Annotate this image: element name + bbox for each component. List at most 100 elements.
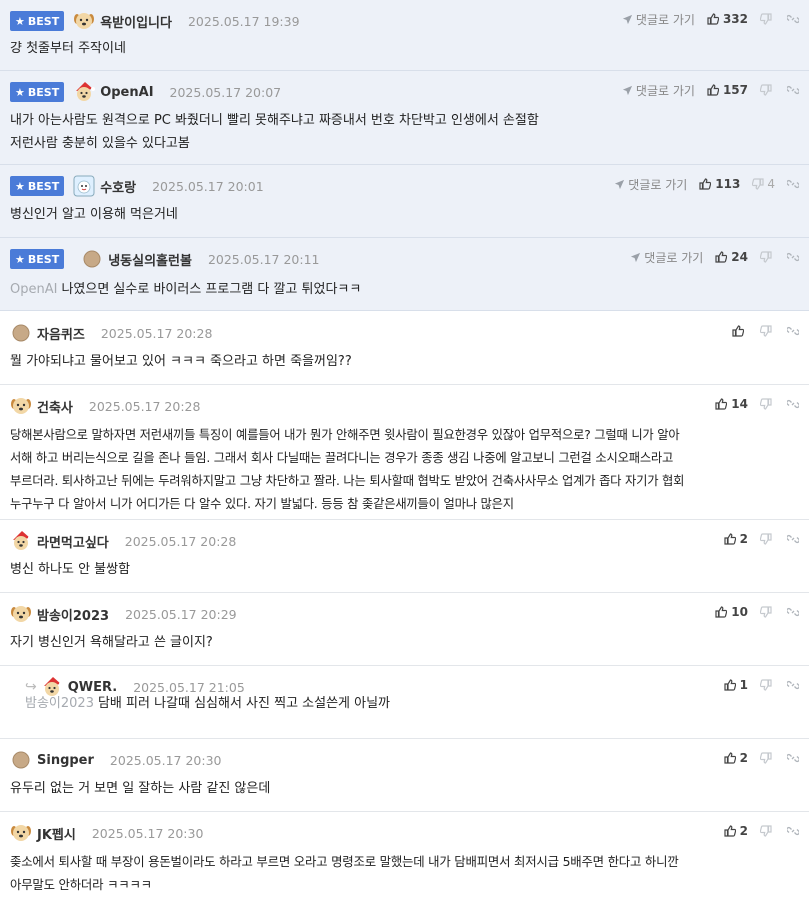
avatar[interactable] — [10, 603, 32, 625]
like-button[interactable]: 113 — [699, 177, 740, 191]
dislike-button[interactable] — [760, 13, 775, 25]
avatar[interactable] — [10, 322, 32, 344]
avatar[interactable] — [81, 248, 103, 270]
link-icon[interactable] — [787, 84, 799, 96]
nickname[interactable]: 밤송이2023 — [37, 605, 109, 624]
comment-item: ★ BEST OpenAI 2025.05.17 20:07 댓글로 가기 157… — [0, 71, 809, 165]
comment-item: ★ BEST 수호랑 2025.05.17 20:01 댓글로 가기 113 4 … — [0, 165, 809, 238]
dislike-button[interactable] — [760, 325, 775, 337]
comment-header: ★ BEST 수호랑 2025.05.17 20:01 — [10, 175, 264, 197]
link-icon[interactable] — [787, 325, 799, 337]
best-badge: ★ BEST — [10, 249, 65, 269]
comment-date: 2025.05.17 20:28 — [124, 533, 237, 549]
like-button[interactable]: 2 — [724, 824, 748, 838]
mention-nickname[interactable]: OpenAI — [10, 282, 57, 297]
thumbs-up-icon — [732, 325, 744, 337]
link-icon[interactable] — [787, 825, 799, 837]
comment-actions: 2 — [724, 748, 799, 768]
link-icon[interactable] — [787, 13, 799, 25]
comment-actions: 14 — [715, 394, 799, 414]
like-button[interactable] — [732, 325, 748, 337]
comment-header: ★ BEST OpenAI 2025.05.17 20:07 — [10, 81, 281, 103]
comment-list: ★ BEST 욕받이입니다 2025.05.17 19:39 댓글로 가기 332… — [0, 0, 809, 908]
dislike-button[interactable] — [760, 398, 775, 410]
mention-nickname[interactable]: 밤송이2023 — [25, 696, 94, 711]
comment-text: 병신인거 알고 이용해 먹은거네 — [10, 207, 178, 222]
dislike-button[interactable] — [760, 752, 775, 764]
comment-date: 2025.05.17 20:01 — [152, 178, 264, 194]
thumbs-down-icon — [760, 679, 772, 691]
comment-item: Singper 2025.05.17 20:30 2 유두리 없는 거 보면 일… — [0, 739, 809, 812]
nickname[interactable]: OpenAI — [100, 85, 153, 100]
comment-text: 유두리 없는 거 보면 일 잘하는 사람 같진 않은데 — [10, 781, 271, 796]
comment-item: 건축사 2025.05.17 20:28 14 당해본사람으로 말하자면 저런새… — [0, 385, 809, 520]
dislike-button[interactable] — [760, 84, 775, 96]
link-icon[interactable] — [787, 679, 799, 691]
nickname[interactable]: 수호랑 — [100, 177, 136, 196]
dislike-button[interactable] — [760, 679, 775, 691]
comment-header: 건축사 2025.05.17 20:28 — [10, 395, 200, 417]
like-button[interactable]: 157 — [707, 83, 748, 97]
like-button[interactable]: 14 — [715, 397, 748, 411]
avatar[interactable] — [73, 175, 95, 197]
dislike-button[interactable] — [760, 825, 775, 837]
comment-actions — [732, 321, 799, 341]
comment-date: 2025.05.17 20:28 — [100, 325, 213, 341]
thumbs-up-icon — [724, 679, 736, 691]
comment-text: 뭘 가야되냐고 물어보고 있어 ㅋㅋㅋ 죽으라고 하면 죽을꺼임?? — [10, 354, 352, 369]
like-button[interactable]: 332 — [707, 12, 748, 26]
like-button[interactable]: 2 — [724, 532, 748, 546]
nickname[interactable]: 자음퀴즈 — [37, 324, 85, 343]
comment-text: OpenAI 나였으면 실수로 바이러스 프로그램 다 깔고 튀었다ㅋㅋ — [10, 282, 362, 297]
comment-date: 2025.05.17 20:11 — [207, 251, 320, 267]
thumbs-up-icon — [707, 84, 719, 96]
go-to-reply-link[interactable]: 댓글로 가기 — [622, 82, 695, 99]
comment-header: 자음퀴즈 2025.05.17 20:28 — [10, 322, 212, 344]
comment-actions: 댓글로 가기 157 — [622, 80, 799, 100]
dislike-button[interactable] — [760, 606, 775, 618]
link-icon[interactable] — [787, 178, 799, 190]
avatar[interactable] — [73, 81, 96, 103]
thumbs-down-icon — [760, 398, 772, 410]
avatar[interactable] — [73, 10, 95, 32]
comment-item: ★ BEST 욕받이입니다 2025.05.17 19:39 댓글로 가기 332… — [0, 0, 809, 71]
go-to-reply-link[interactable]: 댓글로 가기 — [614, 176, 687, 193]
thumbs-down-icon — [760, 752, 772, 764]
link-icon[interactable] — [787, 606, 799, 618]
avatar[interactable] — [10, 822, 32, 844]
avatar[interactable] — [10, 749, 32, 771]
dislike-button[interactable]: 4 — [752, 177, 775, 191]
comment-text: 자기 병신인거 욕해달라고 쓴 글이지? — [10, 635, 213, 650]
comment-item: 밤송이2023 2025.05.17 20:29 10 자기 병신인거 욕해달라… — [0, 593, 809, 666]
like-button[interactable]: 2 — [724, 751, 748, 765]
like-button[interactable]: 24 — [715, 250, 748, 264]
thumbs-up-icon — [715, 606, 728, 618]
like-button[interactable]: 1 — [724, 678, 748, 692]
dislike-button[interactable] — [760, 251, 775, 263]
link-icon[interactable] — [787, 251, 799, 263]
comment-actions: 댓글로 가기 332 — [622, 9, 799, 29]
comment-actions: 2 — [724, 529, 799, 549]
nickname[interactable]: 건축사 — [37, 397, 73, 416]
nickname[interactable]: Singper — [37, 753, 94, 768]
comment-header: Singper 2025.05.17 20:30 — [10, 749, 222, 771]
nickname[interactable]: 라면먹고싶다 — [37, 532, 109, 551]
nickname[interactable]: JK펩시 — [37, 824, 76, 843]
nickname[interactable]: 욕받이입니다 — [100, 12, 172, 31]
nickname[interactable]: 냉동실의홀런볼 — [108, 250, 192, 269]
star-icon: ★ — [15, 252, 25, 266]
like-button[interactable]: 10 — [715, 605, 748, 619]
dislike-button[interactable] — [760, 533, 775, 545]
avatar[interactable] — [10, 530, 32, 552]
thumbs-down-icon — [752, 178, 764, 190]
star-icon: ★ — [15, 85, 25, 99]
thumbs-down-icon — [760, 13, 772, 25]
link-icon[interactable] — [787, 398, 799, 410]
send-arrow-icon — [622, 14, 633, 24]
avatar[interactable] — [10, 395, 32, 417]
go-to-reply-link[interactable]: 댓글로 가기 — [622, 11, 695, 28]
link-icon[interactable] — [787, 533, 799, 545]
link-icon[interactable] — [787, 752, 799, 764]
go-to-reply-link[interactable]: 댓글로 가기 — [630, 249, 703, 266]
best-badge: ★ BEST — [10, 176, 65, 196]
